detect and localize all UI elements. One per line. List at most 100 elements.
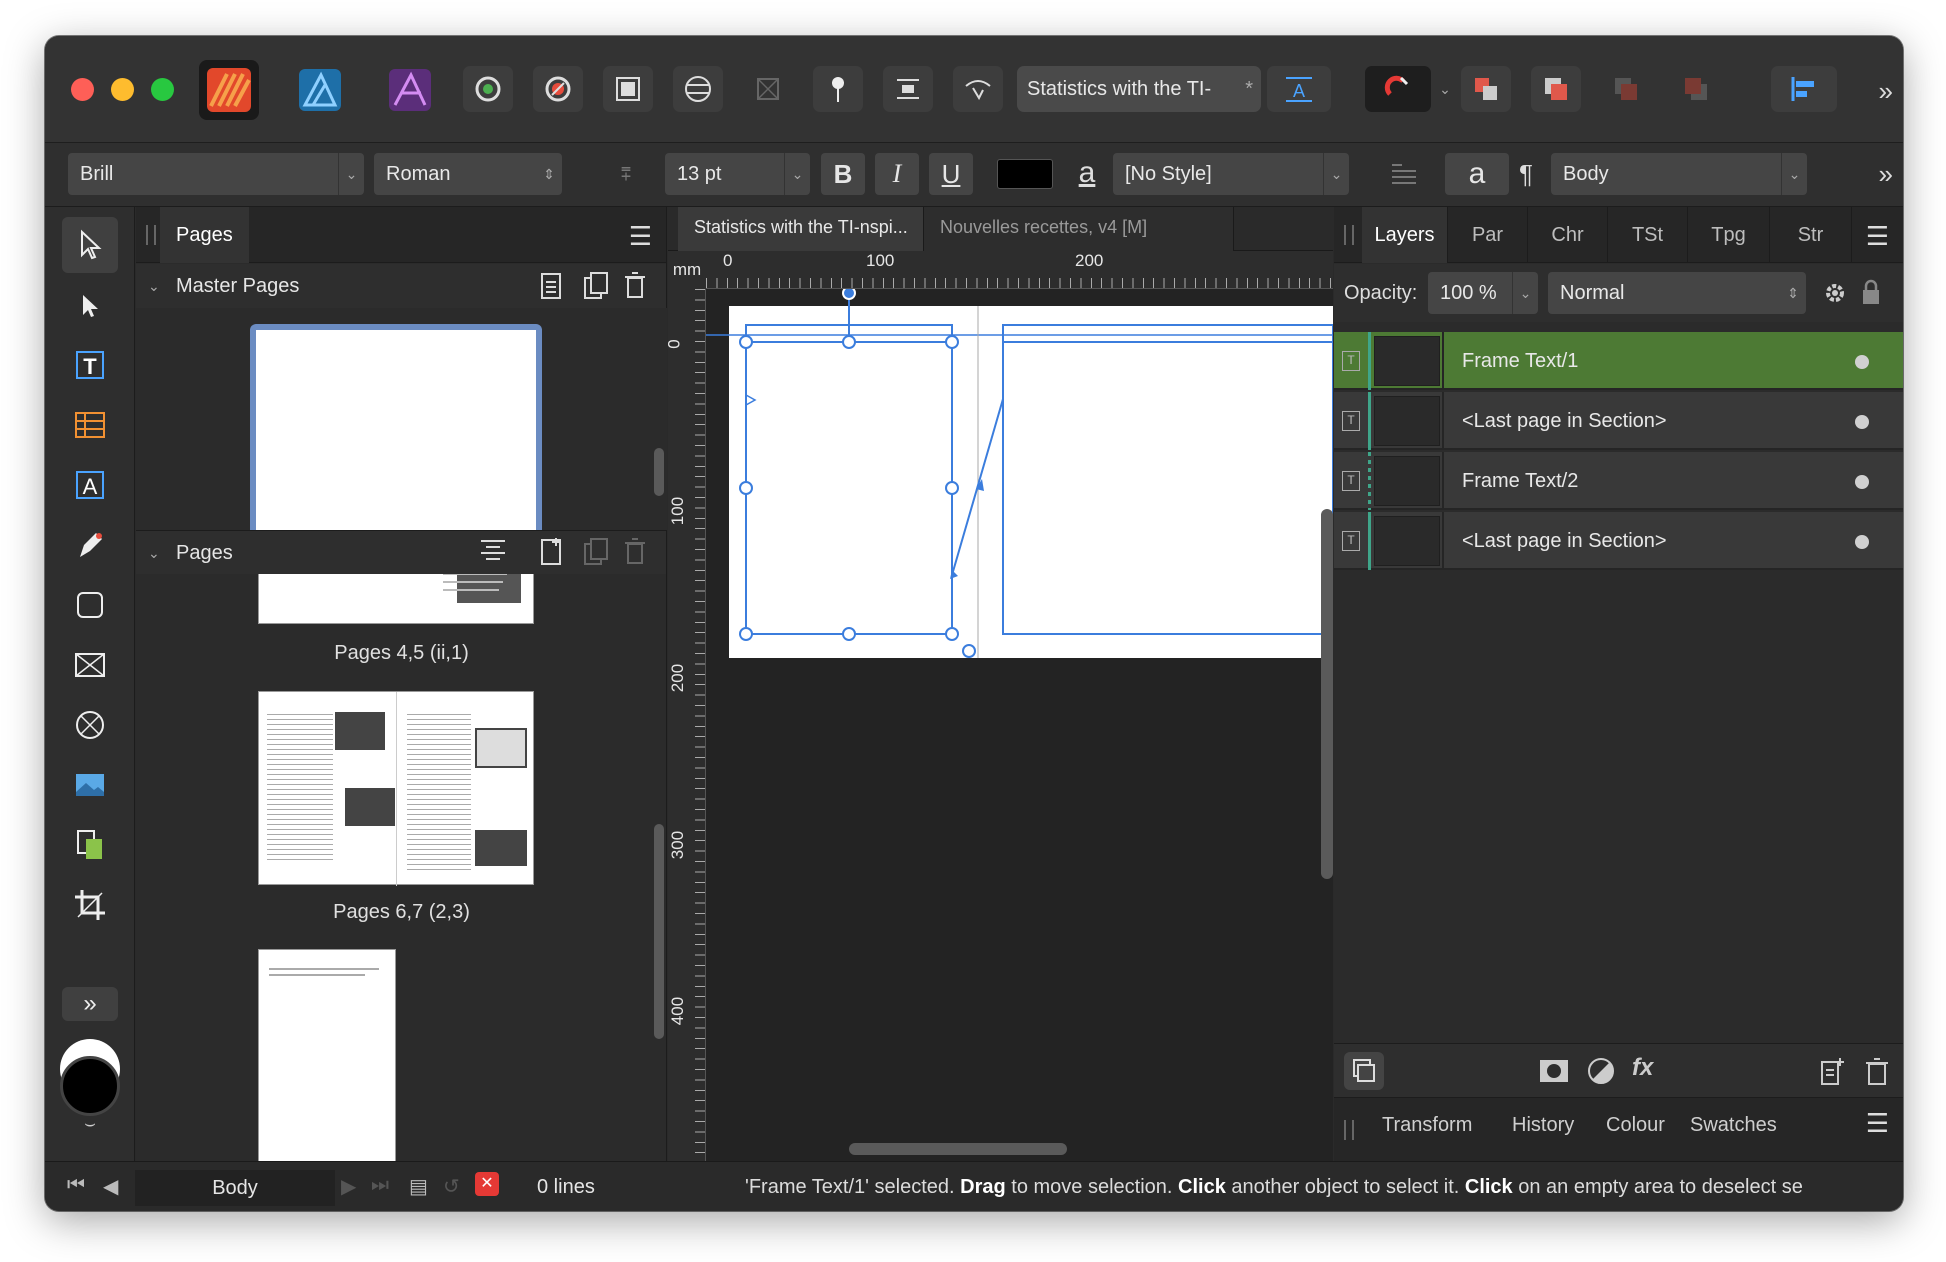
panel-menu-icon[interactable]: ☰ (1866, 221, 1889, 252)
next-page-icon[interactable]: ▶ (341, 1174, 356, 1199)
opacity-field[interactable]: 100 % ⌄ (1428, 272, 1538, 314)
delete-layer-icon[interactable] (1864, 1056, 1890, 1086)
rectangle-tool-icon[interactable] (62, 577, 118, 633)
arrange-back-icon[interactable] (1671, 66, 1721, 112)
photo-persona-icon[interactable] (380, 60, 440, 120)
text-frame-style-icon[interactable]: A (1267, 66, 1331, 112)
tab-paragraph[interactable]: Par (1448, 207, 1528, 263)
move-back-icon[interactable] (1601, 66, 1651, 112)
layer-row[interactable]: T Frame Text/1 (1334, 332, 1903, 390)
canvas-scrollbar-horizontal[interactable] (849, 1143, 1067, 1155)
tab-transform[interactable]: Transform (1382, 1098, 1472, 1152)
text-wrap-icon[interactable] (883, 66, 933, 112)
visibility-dot-icon[interactable] (1855, 535, 1869, 549)
view-margins-icon[interactable] (673, 66, 723, 112)
tab-colour[interactable]: Colour (1606, 1098, 1665, 1152)
current-page-field[interactable]: Body (135, 1170, 335, 1206)
pin-icon[interactable] (813, 66, 863, 112)
tab-swatches[interactable]: Swatches (1690, 1098, 1777, 1152)
reflow-icon[interactable]: ↺ (443, 1174, 460, 1199)
first-page-icon[interactable]: ⏮ (67, 1174, 85, 1197)
italic-button[interactable]: I (875, 153, 919, 195)
overflow-error-icon[interactable]: ✕ (475, 1172, 499, 1196)
color-picker-tool-icon[interactable] (62, 817, 118, 873)
arrange-front-icon[interactable] (1531, 66, 1581, 112)
add-layer-icon[interactable] (1818, 1056, 1846, 1086)
panel-menu-icon[interactable]: ☰ (629, 221, 652, 252)
picture-frame-tool-icon[interactable] (62, 637, 118, 693)
horizontal-ruler[interactable]: 0 100 200 (706, 251, 1333, 289)
duplicate-page-icon[interactable] (581, 536, 611, 566)
page-thumb-6-7[interactable] (258, 691, 534, 886)
tab-history[interactable]: History (1512, 1098, 1574, 1152)
swap-colors-icon[interactable]: ⌣ (75, 1113, 105, 1134)
view-bleed-icon[interactable] (603, 66, 653, 112)
vertical-ruler[interactable]: 0 100 200 300 400 (665, 289, 706, 1161)
preflight-settings-icon[interactable] (463, 66, 513, 112)
panel-grip-icon[interactable] (1344, 1120, 1354, 1140)
publisher-persona-icon[interactable] (199, 60, 259, 120)
last-page-icon[interactable]: ⏭ (371, 1174, 389, 1197)
fx-icon[interactable]: fx (1632, 1054, 1653, 1082)
master-scrollbar[interactable] (654, 448, 664, 496)
tab-layers[interactable]: Layers (1362, 207, 1448, 263)
paragraph-style-select[interactable]: Body ⌄ (1551, 153, 1807, 195)
minimize-window-button[interactable] (111, 78, 134, 101)
page-thumb-4-5[interactable] (258, 574, 534, 624)
layer-row[interactable]: T <Last page in Section> (1334, 512, 1903, 570)
tab-statistics-document[interactable]: Statistics with the TI-nspi... (678, 207, 924, 251)
move-forward-icon[interactable] (1461, 66, 1511, 112)
gear-icon[interactable] (1822, 280, 1848, 306)
zoom-window-button[interactable] (151, 78, 174, 101)
text-flow-icon[interactable] (953, 66, 1003, 112)
visibility-dot-icon[interactable] (1855, 475, 1869, 489)
visibility-dot-icon[interactable] (1855, 355, 1869, 369)
para-style-glyph-button[interactable]: a (1445, 153, 1509, 195)
table-tool-icon[interactable] (62, 397, 118, 453)
insert-pages-icon[interactable] (478, 536, 508, 566)
canvas-viewport[interactable] (706, 289, 1333, 1161)
adjustment-layer-icon[interactable] (1586, 1056, 1616, 1086)
page-thumb-8[interactable] (258, 949, 396, 1161)
preflight-warning-icon[interactable] (533, 66, 583, 112)
mask-layer-icon[interactable] (1538, 1056, 1570, 1086)
clear-formatting-icon[interactable] (1379, 153, 1429, 195)
layer-row[interactable]: T Frame Text/2 (1334, 452, 1903, 510)
panel-grip-icon[interactable] (1344, 225, 1354, 245)
tab-stroke[interactable]: Str (1770, 207, 1852, 263)
duplicate-master-icon[interactable] (581, 270, 611, 300)
artistic-text-tool-icon[interactable]: A (62, 457, 118, 513)
tab-pages[interactable]: Pages (160, 207, 249, 263)
tab-typography[interactable]: Tpg (1688, 207, 1770, 263)
pages-scrollbar[interactable] (654, 824, 664, 1039)
blend-mode-select[interactable]: Normal ⇕ (1548, 272, 1806, 314)
place-image-tool-icon[interactable] (62, 757, 118, 813)
panel-grip-icon[interactable] (146, 225, 156, 245)
font-style-select[interactable]: Roman ⇕ (374, 153, 562, 195)
fill-color-swatch[interactable] (60, 1056, 120, 1116)
close-window-button[interactable] (71, 78, 94, 101)
snapping-magnet-icon[interactable] (1365, 66, 1431, 112)
node-tool-icon[interactable] (62, 277, 118, 333)
pen-tool-icon[interactable] (62, 517, 118, 573)
document-title-field[interactable]: Statistics with the TI- * (1017, 66, 1261, 112)
tracking-icon[interactable]: ⩱ (601, 153, 651, 195)
delete-master-icon[interactable] (620, 270, 650, 300)
ellipse-frame-tool-icon[interactable] (62, 697, 118, 753)
panel-menu-icon[interactable]: ☰ (1866, 1108, 1889, 1139)
character-style-select[interactable]: [No Style] ⌄ (1113, 153, 1349, 195)
master-page-thumb-selection[interactable] (250, 324, 542, 530)
tab-text-styles[interactable]: TSt (1608, 207, 1688, 263)
underline-button[interactable]: U (929, 153, 973, 195)
align-left-icon[interactable] (1771, 66, 1837, 112)
previous-page-icon[interactable]: ◀ (103, 1174, 118, 1199)
toolbar-overflow-icon[interactable]: » (1879, 76, 1893, 107)
font-size-select[interactable]: 13 pt ⌄ (665, 153, 810, 195)
add-master-icon[interactable] (536, 270, 566, 300)
text-color-swatch[interactable] (997, 159, 1053, 189)
bold-button[interactable]: B (821, 153, 865, 195)
context-overflow-icon[interactable]: » (1879, 159, 1893, 190)
font-family-select[interactable]: Brill ⌄ (68, 153, 364, 195)
move-tool-icon[interactable] (62, 217, 118, 273)
placeholder-frame-icon[interactable] (743, 66, 793, 112)
